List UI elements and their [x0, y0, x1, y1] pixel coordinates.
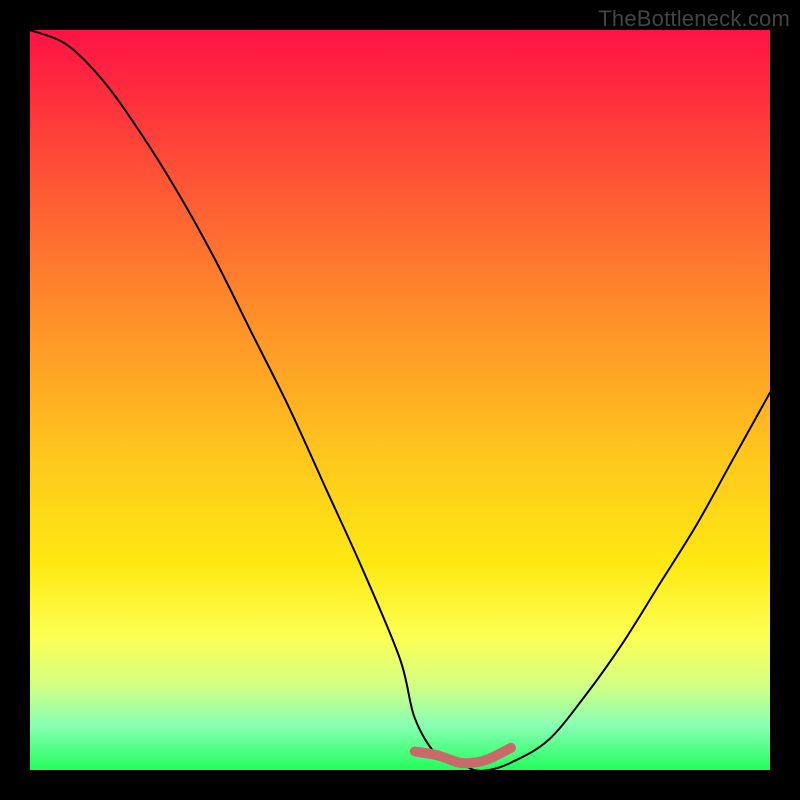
- optimal-zone-path: [415, 748, 511, 764]
- chart-frame: TheBottleneck.com: [0, 0, 800, 800]
- watermark-text: TheBottleneck.com: [598, 6, 790, 32]
- chart-svg: [30, 30, 770, 770]
- plot-area: [30, 30, 770, 770]
- bottleneck-curve-path: [30, 30, 770, 770]
